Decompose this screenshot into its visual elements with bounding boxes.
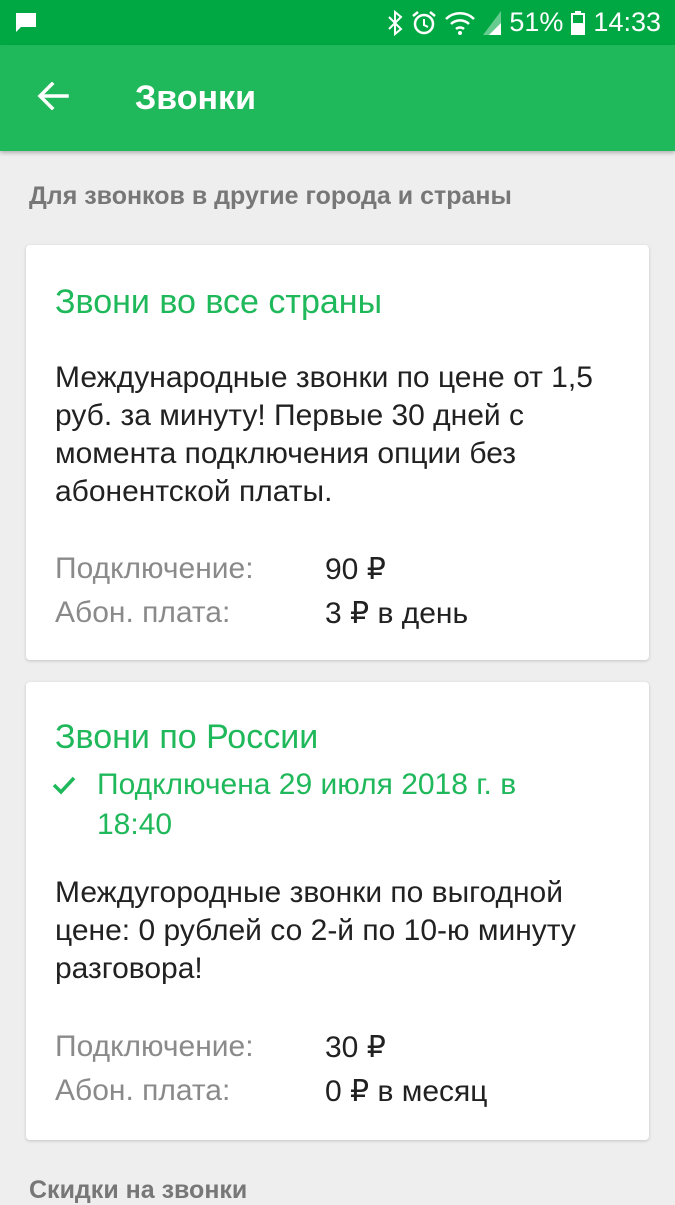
card-title: Звони по России bbox=[55, 718, 319, 756]
card-title: Звони во все страны bbox=[55, 283, 383, 321]
card-description: Междугородные звонки по выгодной цене: 0… bbox=[55, 876, 576, 985]
battery-icon bbox=[571, 10, 586, 35]
option-card-russia[interactable]: Звони по России Подключена 29 июля 2018 … bbox=[26, 682, 649, 1140]
section-header: Скидки на звонки bbox=[29, 1176, 248, 1204]
message-notification-icon bbox=[14, 11, 38, 38]
connection-label: Подключение: bbox=[55, 552, 254, 585]
connected-status-text: Подключена 29 июля 2018 г. в 18:40 bbox=[97, 768, 517, 841]
bluetooth-icon bbox=[387, 9, 403, 36]
page-title: Звонки bbox=[135, 79, 256, 117]
arrow-back-icon bbox=[37, 81, 69, 115]
alarm-icon bbox=[411, 10, 437, 36]
fee-label: Абон. плата: bbox=[55, 1074, 231, 1107]
connection-value: 90 ₽ bbox=[325, 553, 386, 586]
wifi-icon bbox=[445, 11, 476, 35]
card-description: Международные звонки по цене от 1,5 руб.… bbox=[55, 361, 593, 508]
connection-label: Подключение: bbox=[55, 1030, 254, 1063]
fee-value: 3 ₽ в день bbox=[325, 597, 469, 630]
app-bar: Звонки bbox=[0, 45, 675, 151]
status-bar: 51% 14:33 bbox=[0, 0, 675, 45]
connection-value: 30 ₽ bbox=[325, 1031, 386, 1064]
fee-value: 0 ₽ в месяц bbox=[325, 1075, 488, 1108]
clock-time: 14:33 bbox=[593, 7, 661, 37]
battery-percent: 51% bbox=[509, 7, 564, 37]
option-card-international[interactable]: Звони во все страны Международные звонки… bbox=[26, 245, 649, 660]
back-button[interactable] bbox=[24, 69, 82, 127]
section-header: Для звонков в другие города и страны bbox=[29, 182, 512, 210]
cellular-signal-icon bbox=[483, 10, 502, 35]
check-icon bbox=[52, 775, 76, 800]
fee-label: Абон. плата: bbox=[55, 596, 231, 629]
